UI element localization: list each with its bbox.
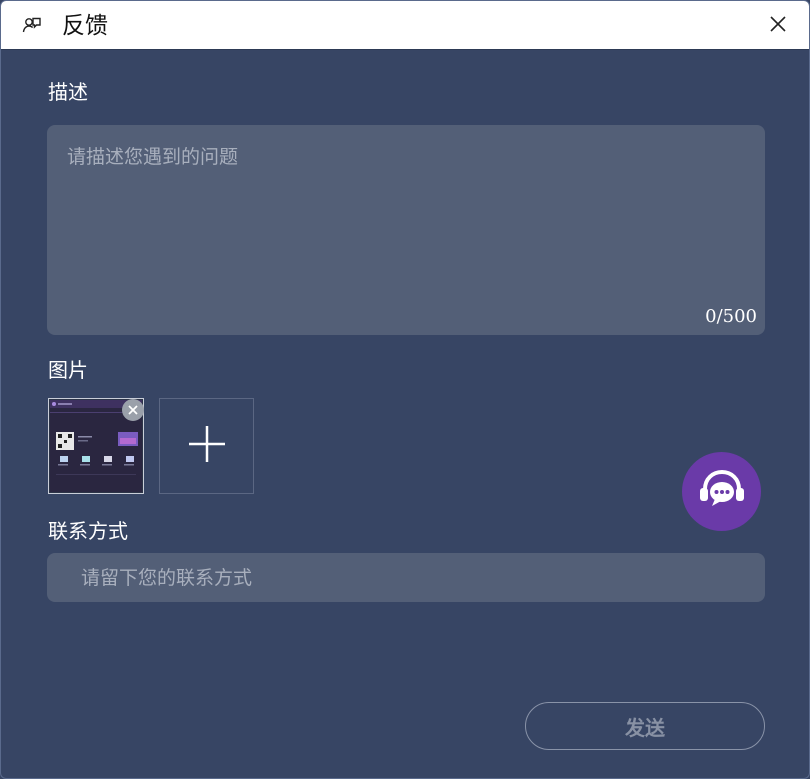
- contact-input[interactable]: [47, 553, 765, 602]
- customer-service-button[interactable]: [682, 452, 761, 531]
- attached-image-thumbnail[interactable]: [48, 398, 144, 494]
- feedback-icon: [22, 15, 42, 35]
- description-textarea[interactable]: 请描述您遇到的问题 0/500: [47, 125, 765, 335]
- customer-service-chat-icon: [691, 459, 753, 525]
- send-button[interactable]: 发送: [525, 702, 765, 750]
- feedback-dialog: 反馈 描述 请描述您遇到的问题 0/500 图片 联系方式 请留下您的联系方式 …: [0, 0, 810, 779]
- images-label: 图片: [48, 358, 88, 382]
- remove-image-button[interactable]: [122, 399, 144, 421]
- window-title: 反馈: [62, 13, 108, 39]
- close-circle-icon: [127, 401, 139, 420]
- plus-icon: [187, 424, 227, 468]
- close-icon: [769, 15, 787, 37]
- character-counter: 0/500: [705, 306, 757, 327]
- add-image-button[interactable]: [159, 398, 254, 494]
- description-label: 描述: [48, 80, 88, 104]
- close-button[interactable]: [765, 13, 791, 39]
- title-bar: 反馈: [1, 1, 809, 50]
- contact-label: 联系方式: [48, 519, 128, 543]
- description-placeholder: 请描述您遇到的问题: [67, 146, 239, 168]
